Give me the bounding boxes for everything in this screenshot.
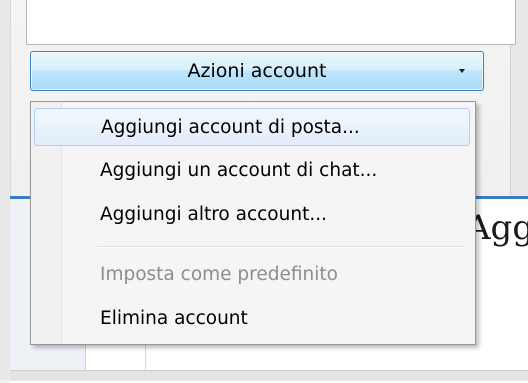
menu-item-delete-account[interactable]: Elimina account	[34, 300, 470, 338]
menu-item-label: Imposta come predefinito	[100, 264, 338, 285]
menu-item-label: Elimina account	[100, 308, 248, 329]
menu-item-label: Aggiungi account di posta...	[101, 117, 360, 138]
account-list-box[interactable]	[26, 0, 516, 45]
account-actions-button[interactable]: Azioni account	[30, 51, 484, 91]
menu-item-label: Aggiungi altro account...	[100, 204, 327, 225]
menu-item-label: Aggiungi un account di chat...	[100, 160, 378, 181]
chevron-down-icon	[459, 69, 465, 73]
account-actions-label: Azioni account	[187, 60, 327, 82]
menu-item-add-mail-account[interactable]: Aggiungi account di posta...	[34, 108, 470, 146]
menu-separator	[97, 246, 465, 248]
bottom-bar	[10, 370, 528, 381]
menu-item-set-default: Imposta come predefinito	[34, 256, 470, 294]
account-actions-menu: Aggiungi account di posta... Aggiungi un…	[30, 101, 476, 345]
menu-item-add-other-account[interactable]: Aggiungi altro account...	[34, 196, 470, 234]
menu-item-add-chat-account[interactable]: Aggiungi un account di chat...	[34, 152, 470, 190]
